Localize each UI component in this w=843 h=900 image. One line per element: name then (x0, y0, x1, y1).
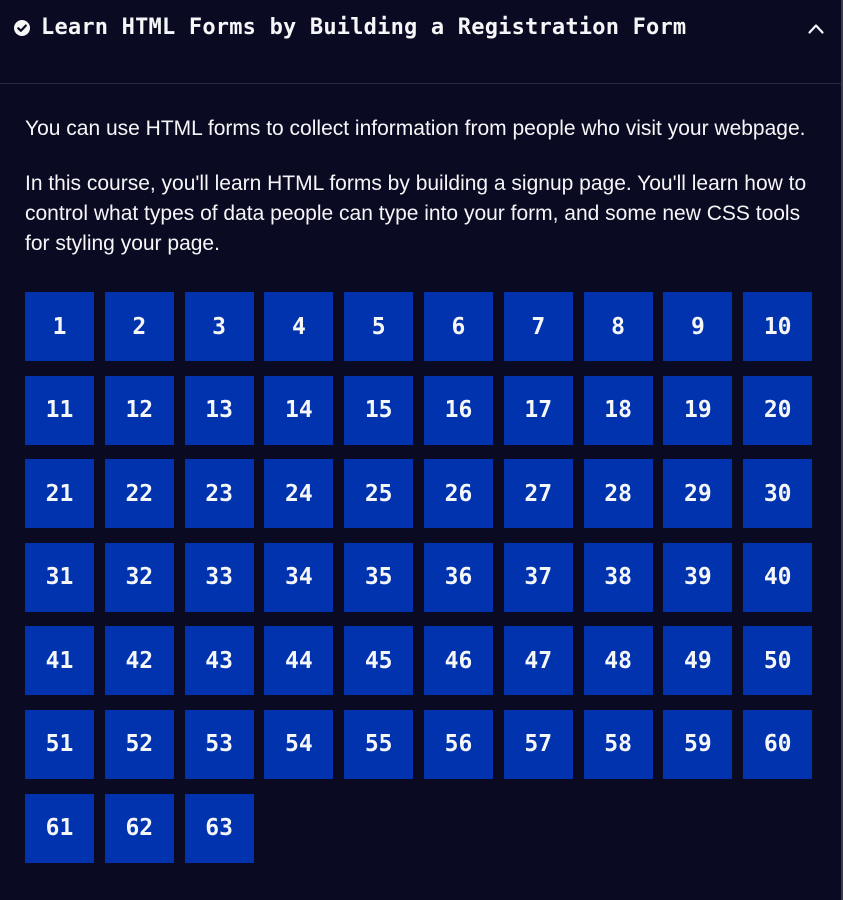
step-button-32[interactable]: 32 (104, 542, 174, 612)
step-button-51[interactable]: 51 (25, 709, 94, 779)
step-button-14[interactable]: 14 (264, 375, 334, 445)
step-button-28[interactable]: 28 (583, 459, 653, 529)
check-circle-icon (14, 20, 30, 36)
step-button-52[interactable]: 52 (104, 709, 174, 779)
step-button-31[interactable]: 31 (25, 542, 94, 612)
step-button-4[interactable]: 4 (264, 292, 334, 361)
step-button-62[interactable]: 62 (104, 793, 174, 863)
step-button-27[interactable]: 27 (503, 459, 573, 529)
course-header-toggle[interactable]: Learn HTML Forms by Building a Registrat… (0, 0, 841, 84)
step-button-18[interactable]: 18 (583, 375, 653, 445)
step-button-13[interactable]: 13 (184, 375, 254, 445)
step-button-45[interactable]: 45 (344, 626, 414, 696)
step-grid: 1 2 3 4 5 6 7 8 9 10 11 12 13 14 15 16 17 18 19 20 21 22 23 24 2… (25, 292, 816, 863)
step-button-16[interactable]: 16 (423, 375, 493, 445)
step-button-47[interactable]: 47 (503, 626, 573, 696)
chevron-up-icon[interactable] (807, 20, 825, 38)
step-button-44[interactable]: 44 (264, 626, 334, 696)
step-button-10[interactable]: 10 (743, 292, 813, 361)
step-button-29[interactable]: 29 (663, 459, 733, 529)
step-button-42[interactable]: 42 (104, 626, 174, 696)
step-button-35[interactable]: 35 (344, 542, 414, 612)
step-button-21[interactable]: 21 (25, 459, 94, 529)
step-button-25[interactable]: 25 (344, 459, 414, 529)
description-paragraph: You can use HTML forms to collect inform… (25, 117, 806, 140)
step-button-60[interactable]: 60 (743, 709, 813, 779)
step-button-34[interactable]: 34 (264, 542, 334, 612)
step-button-20[interactable]: 20 (743, 375, 813, 445)
step-button-59[interactable]: 59 (663, 709, 733, 779)
step-button-58[interactable]: 58 (583, 709, 653, 779)
step-button-3[interactable]: 3 (184, 292, 254, 361)
step-button-30[interactable]: 30 (743, 459, 813, 529)
step-button-37[interactable]: 37 (503, 542, 573, 612)
step-button-23[interactable]: 23 (184, 459, 254, 529)
step-button-9[interactable]: 9 (663, 292, 733, 361)
step-button-49[interactable]: 49 (663, 626, 733, 696)
step-button-33[interactable]: 33 (184, 542, 254, 612)
step-button-8[interactable]: 8 (583, 292, 653, 361)
step-button-12[interactable]: 12 (104, 375, 174, 445)
step-button-41[interactable]: 41 (25, 626, 94, 696)
step-button-17[interactable]: 17 (503, 375, 573, 445)
step-button-61[interactable]: 61 (25, 793, 94, 863)
step-button-43[interactable]: 43 (184, 626, 254, 696)
step-button-1[interactable]: 1 (25, 292, 94, 361)
course-content: You can use HTML forms to collect inform… (0, 84, 841, 863)
course-description: You can use HTML forms to collect inform… (25, 114, 816, 259)
step-button-53[interactable]: 53 (184, 709, 254, 779)
step-button-36[interactable]: 36 (423, 542, 493, 612)
step-button-48[interactable]: 48 (583, 626, 653, 696)
step-button-56[interactable]: 56 (423, 709, 493, 779)
step-button-50[interactable]: 50 (743, 626, 813, 696)
step-button-11[interactable]: 11 (25, 375, 94, 445)
step-button-7[interactable]: 7 (503, 292, 573, 361)
step-button-6[interactable]: 6 (423, 292, 493, 361)
step-button-46[interactable]: 46 (423, 626, 493, 696)
step-button-22[interactable]: 22 (104, 459, 174, 529)
step-button-24[interactable]: 24 (264, 459, 334, 529)
step-button-54[interactable]: 54 (264, 709, 334, 779)
step-button-19[interactable]: 19 (663, 375, 733, 445)
step-button-40[interactable]: 40 (743, 542, 813, 612)
step-button-2[interactable]: 2 (104, 292, 174, 361)
description-paragraph: In this course, you'll learn HTML forms … (25, 172, 807, 255)
step-button-39[interactable]: 39 (663, 542, 733, 612)
step-button-38[interactable]: 38 (583, 542, 653, 612)
course-title: Learn HTML Forms by Building a Registrat… (41, 15, 687, 40)
course-block: Learn HTML Forms by Building a Registrat… (0, 0, 843, 900)
step-button-57[interactable]: 57 (503, 709, 573, 779)
step-button-5[interactable]: 5 (344, 292, 414, 361)
step-button-63[interactable]: 63 (184, 793, 254, 863)
step-button-26[interactable]: 26 (423, 459, 493, 529)
step-button-15[interactable]: 15 (344, 375, 414, 445)
step-button-55[interactable]: 55 (344, 709, 414, 779)
